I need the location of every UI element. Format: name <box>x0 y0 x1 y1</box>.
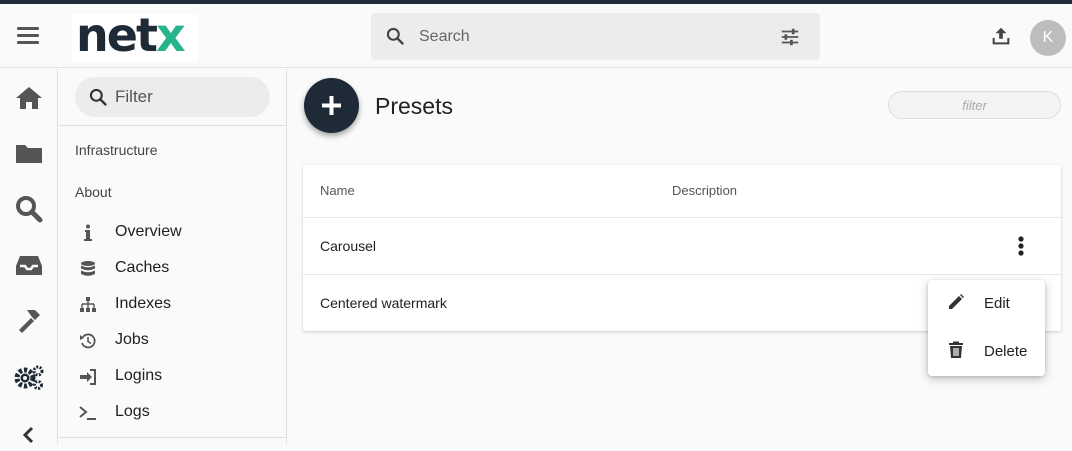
sidebar-item-indexes[interactable]: Indexes <box>75 289 275 319</box>
terminal-icon <box>79 406 96 420</box>
avatar[interactable]: K <box>1030 20 1066 56</box>
preset-name: Carousel <box>320 238 377 254</box>
menu-item-edit[interactable]: Edit <box>928 280 1045 326</box>
home-icon[interactable] <box>13 82 45 114</box>
pencil-icon <box>949 294 964 309</box>
search-icon <box>89 88 107 106</box>
icon-rail <box>0 69 58 444</box>
app-header: netx K <box>0 4 1072 68</box>
inbox-icon[interactable] <box>13 249 45 281</box>
divider <box>59 125 286 126</box>
sidebar-item-logins[interactable]: Logins <box>75 361 275 391</box>
database-icon <box>81 261 95 276</box>
sign-in-icon <box>80 369 96 385</box>
sidebar-filter-input[interactable] <box>115 77 265 117</box>
tune-icon[interactable] <box>779 26 801 48</box>
menu-icon[interactable] <box>14 24 42 48</box>
sidebar-item-label: Jobs <box>115 331 149 348</box>
sidebar-item-overview[interactable]: Overview <box>75 217 275 247</box>
netx-logo[interactable]: netx <box>72 8 198 62</box>
preset-name: Centered watermark <box>320 295 447 311</box>
main-content: Presets Name Description Carousel Center… <box>288 69 1072 444</box>
row-context-menu: Edit Delete <box>928 280 1045 376</box>
info-icon <box>84 224 92 241</box>
global-search <box>371 13 820 60</box>
menu-item-delete[interactable]: Delete <box>928 328 1045 374</box>
sidebar-item-jobs[interactable]: Jobs <box>75 325 275 355</box>
folder-icon[interactable] <box>13 137 45 169</box>
add-preset-button[interactable] <box>304 78 359 133</box>
menu-item-label: Edit <box>984 295 1010 312</box>
table-row[interactable]: Carousel <box>303 217 1061 274</box>
section-infrastructure[interactable]: Infrastructure <box>75 142 157 158</box>
sidebar-item-label: Indexes <box>115 295 172 312</box>
search-nav-icon[interactable] <box>13 193 45 225</box>
gears-icon[interactable] <box>13 361 45 393</box>
plus-icon <box>322 96 341 115</box>
sidebar-item-label: Caches <box>115 259 170 276</box>
trash-icon <box>949 341 963 358</box>
history-icon <box>80 333 96 349</box>
sidebar-item-caches[interactable]: Caches <box>75 253 275 283</box>
sidebar-item-logs[interactable]: Logs <box>75 397 275 427</box>
menu-item-label: Delete <box>984 343 1028 360</box>
sidebar-item-label: Logs <box>115 403 150 420</box>
sidebar-item-label: Overview <box>115 223 182 240</box>
presets-filter-input[interactable] <box>888 91 1061 119</box>
column-header-name[interactable]: Name <box>320 183 355 198</box>
admin-sidebar: Infrastructure About Overview Caches Ind… <box>59 69 287 444</box>
divider <box>59 437 286 438</box>
sidebar-filter <box>75 77 270 117</box>
page-title: Presets <box>375 93 453 119</box>
column-header-description[interactable]: Description <box>672 183 737 198</box>
search-input[interactable] <box>419 13 759 60</box>
chevron-left-icon[interactable] <box>13 419 45 451</box>
sitemap-icon <box>80 297 96 312</box>
search-icon <box>386 27 404 45</box>
hammer-icon[interactable] <box>13 305 45 337</box>
upload-icon[interactable] <box>990 25 1012 47</box>
more-vert-icon[interactable] <box>1011 234 1031 258</box>
sidebar-item-label: Logins <box>115 367 163 384</box>
section-about[interactable]: About <box>75 184 112 200</box>
